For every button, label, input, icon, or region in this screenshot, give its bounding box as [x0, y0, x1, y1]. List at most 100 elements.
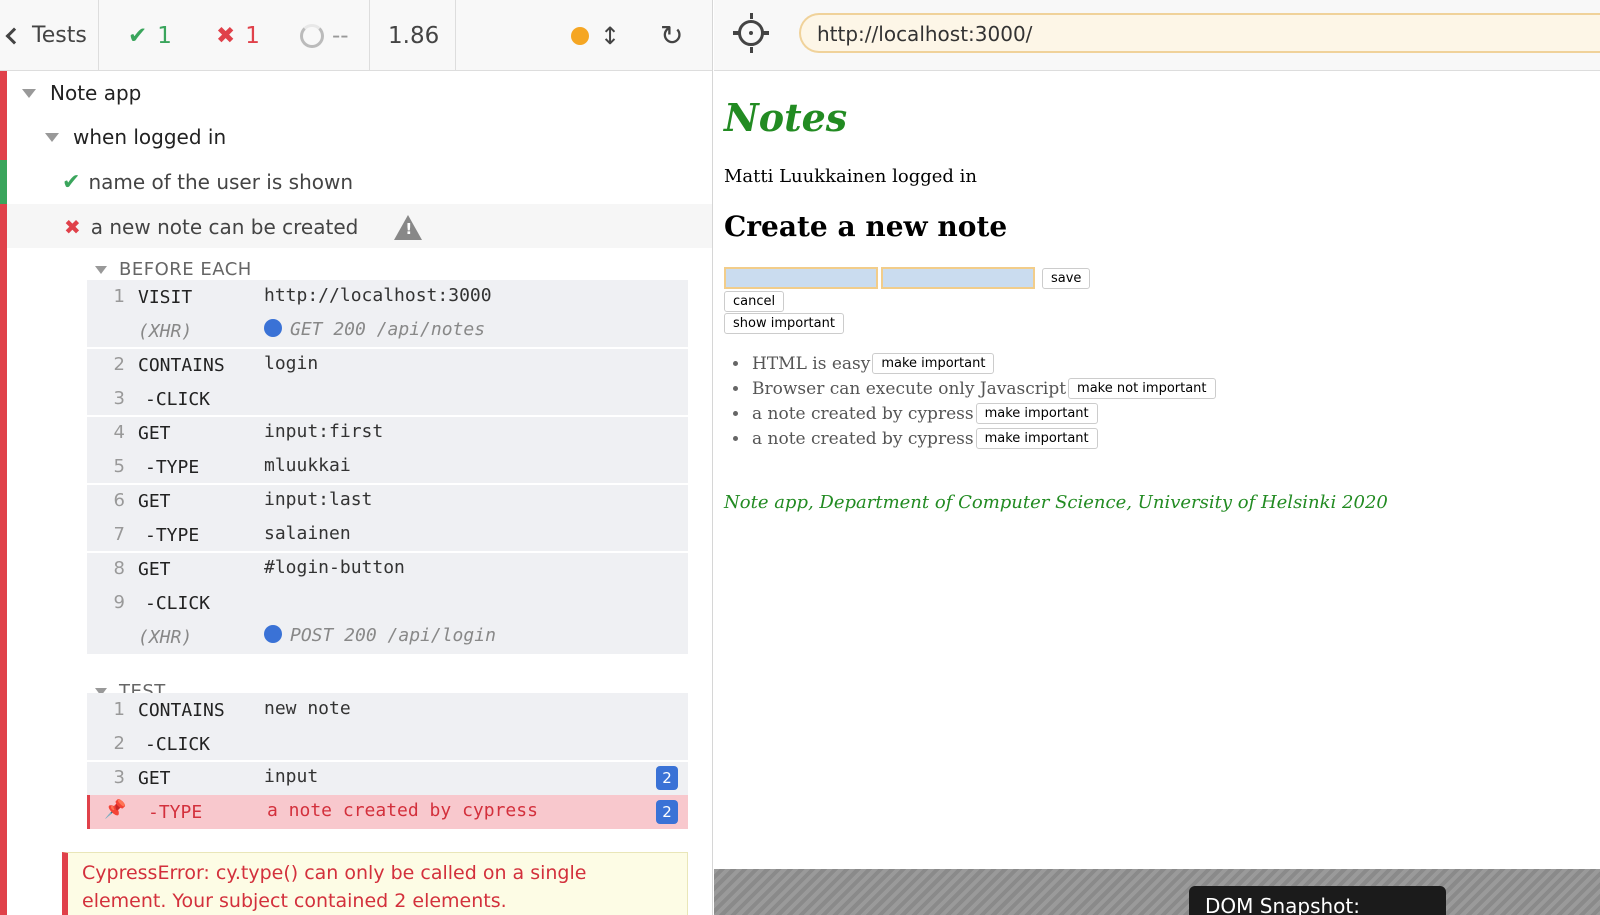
page-title: Notes [724, 95, 848, 140]
toggle-importance-button[interactable]: make important [975, 428, 1098, 449]
running-indicator [571, 0, 589, 71]
snapshot-bar [714, 869, 1600, 915]
command-name: GET [138, 559, 171, 580]
command-row[interactable]: (XHR) POST 200 /api/login [87, 620, 688, 654]
command-row[interactable]: 6 GET input:last [87, 484, 688, 518]
command-log-panel: Tests ✔ 1 ✖ 1 -- 1.86 ↕ ↻ Note app when … [0, 0, 713, 915]
command-name: -CLICK [145, 734, 211, 755]
command-message-text: #login-button [264, 557, 405, 578]
note-content: HTML is easy [752, 353, 871, 374]
command-number: 4 [113, 422, 125, 443]
autoscroll-icon[interactable]: ↕ [600, 0, 620, 71]
note-list-item: Browser can execute only Javascript make … [752, 378, 1216, 399]
command-message-text: input:first [264, 421, 384, 442]
reload-icon[interactable]: ↻ [660, 0, 683, 71]
create-note-heading: Create a new note [724, 210, 1008, 243]
command-row[interactable]: 1 CONTAINS new note [87, 693, 688, 727]
save-button[interactable]: save [1042, 268, 1091, 289]
show-important-button[interactable]: show important [724, 313, 844, 334]
command-row[interactable]: 9 -CLICK [87, 586, 688, 620]
note-input-first[interactable] [724, 267, 878, 289]
command-message: POST 200 /api/login [264, 625, 496, 646]
command-row[interactable]: 4 GET input:first [87, 416, 688, 450]
command-row[interactable]: 7 -TYPE salainen [87, 518, 688, 552]
command-divider [87, 760, 688, 762]
command-message: http://localhost:3000 [264, 285, 492, 306]
failed-test-title: a new note can be created [90, 215, 359, 239]
command-name: -CLICK [145, 593, 211, 614]
command-row[interactable]: 2 -CLICK [87, 727, 688, 761]
command-name: (XHR) [138, 627, 193, 648]
command-message: #login-button [264, 557, 405, 578]
command-message: new note [264, 698, 351, 719]
context-title: when logged in [73, 125, 227, 149]
error-message[interactable]: CypressError: cy.type() can only be call… [62, 852, 688, 915]
app-footer: Note app, Department of Computer Science… [724, 492, 1388, 513]
command-message: GET 200 /api/notes [264, 319, 485, 340]
failed-count-value: 1 [245, 22, 260, 49]
note-content: Browser can execute only Javascript [752, 378, 1067, 399]
command-name: -CLICK [145, 389, 211, 410]
command-message-text: a note created by cypress [267, 800, 538, 821]
command-row[interactable]: (XHR) GET 200 /api/notes [87, 314, 688, 348]
tests-button[interactable]: Tests [5, 0, 87, 71]
command-name: -TYPE [148, 802, 203, 823]
url-field[interactable]: http://localhost:3000/ [799, 13, 1600, 53]
command-number: 1 [113, 286, 125, 307]
command-row[interactable]: 3 -CLICK [87, 382, 688, 416]
suite-row[interactable]: Note app [22, 78, 141, 108]
logged-in-text: Matti Luukkainen logged in [724, 166, 977, 187]
element-count-badge: 2 [656, 800, 678, 824]
command-row[interactable]: 2 CONTAINS login [87, 348, 688, 382]
passed-count[interactable]: ✔ 1 [128, 0, 172, 71]
command-name: -TYPE [145, 457, 200, 478]
passed-test-row[interactable]: ✔ name of the user is shown [62, 167, 353, 197]
caret-down-icon [95, 265, 107, 274]
passed-count-value: 1 [157, 22, 172, 49]
note-input-second[interactable] [881, 267, 1035, 289]
pending-count[interactable]: -- [300, 0, 349, 71]
note-content: a note created by cypress [752, 428, 974, 449]
app-frame: Notes Matti Luukkainen logged in Create … [714, 71, 1600, 869]
toggle-importance-button[interactable]: make important [975, 403, 1098, 424]
command-message: salainen [264, 523, 351, 544]
caret-down-icon [45, 132, 59, 142]
runner-header: Tests ✔ 1 ✖ 1 -- 1.86 ↕ ↻ [0, 0, 712, 71]
command-number: 7 [113, 524, 125, 545]
command-message-text: GET 200 /api/notes [290, 319, 486, 340]
toggle-importance-button[interactable]: make important [872, 353, 995, 374]
command-name: GET [138, 491, 171, 512]
note-list-item: a note created by cypress make important [752, 403, 1098, 424]
orange-dot-icon [571, 26, 589, 45]
command-name: GET [138, 768, 171, 789]
command-name: CONTAINS [138, 700, 225, 721]
command-message: input:last [264, 489, 372, 510]
xhr-dot-icon [264, 319, 282, 337]
note-content: a note created by cypress [752, 403, 974, 424]
command-number: 5 [113, 456, 125, 477]
command-name: GET [138, 423, 171, 444]
command-number: 3 [113, 388, 125, 409]
command-row[interactable]: 8 GET #login-button [87, 552, 688, 586]
failed-test-label[interactable]: ✖ a new note can be created ! [64, 212, 423, 242]
command-row[interactable]: 1 VISIT http://localhost:3000 [87, 280, 688, 314]
note-list-item: HTML is easy make important [752, 353, 995, 374]
command-message: a note created by cypress [267, 800, 538, 821]
duration: 1.86 [388, 22, 440, 49]
failed-count[interactable]: ✖ 1 [216, 0, 260, 71]
command-number: 2 [113, 354, 125, 375]
command-row[interactable]: 5 -TYPE mluukkai [87, 450, 688, 484]
command-row[interactable]: 3 GET input 2 [87, 761, 688, 795]
element-count-badge: 2 [656, 766, 678, 790]
command-message: input:first [264, 421, 383, 442]
check-icon: ✔ [128, 22, 148, 49]
before-each-header[interactable]: BEFORE EACH [95, 259, 252, 280]
command-number: 3 [113, 767, 125, 788]
command-number: 8 [113, 558, 125, 579]
context-row[interactable]: when logged in [45, 122, 226, 152]
command-message-text: login [264, 353, 319, 374]
command-row[interactable]: 📌 -TYPE a note created by cypress 2 [87, 795, 688, 829]
xhr-dot-icon [264, 625, 282, 643]
toggle-importance-button[interactable]: make not important [1068, 378, 1216, 399]
cancel-button[interactable]: cancel [724, 291, 785, 312]
